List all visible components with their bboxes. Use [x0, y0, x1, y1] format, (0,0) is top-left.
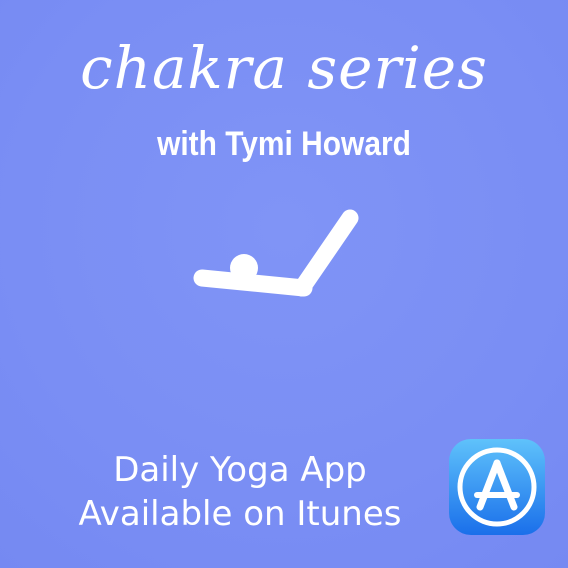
series-title: chakra series: [80, 34, 488, 102]
caption-line-availability: Available on Itunes: [78, 494, 402, 534]
app-store-icon[interactable]: [447, 437, 547, 537]
yoga-pose-icon: [193, 209, 359, 391]
caption-line-app-name: Daily Yoga App: [113, 450, 367, 490]
app-caption: Daily Yoga App Available on Itunes: [40, 448, 440, 536]
poster-background: chakra series with Tymi Howard Daily Yog…: [0, 0, 568, 568]
series-subtitle: with Tymi Howard: [157, 125, 411, 163]
